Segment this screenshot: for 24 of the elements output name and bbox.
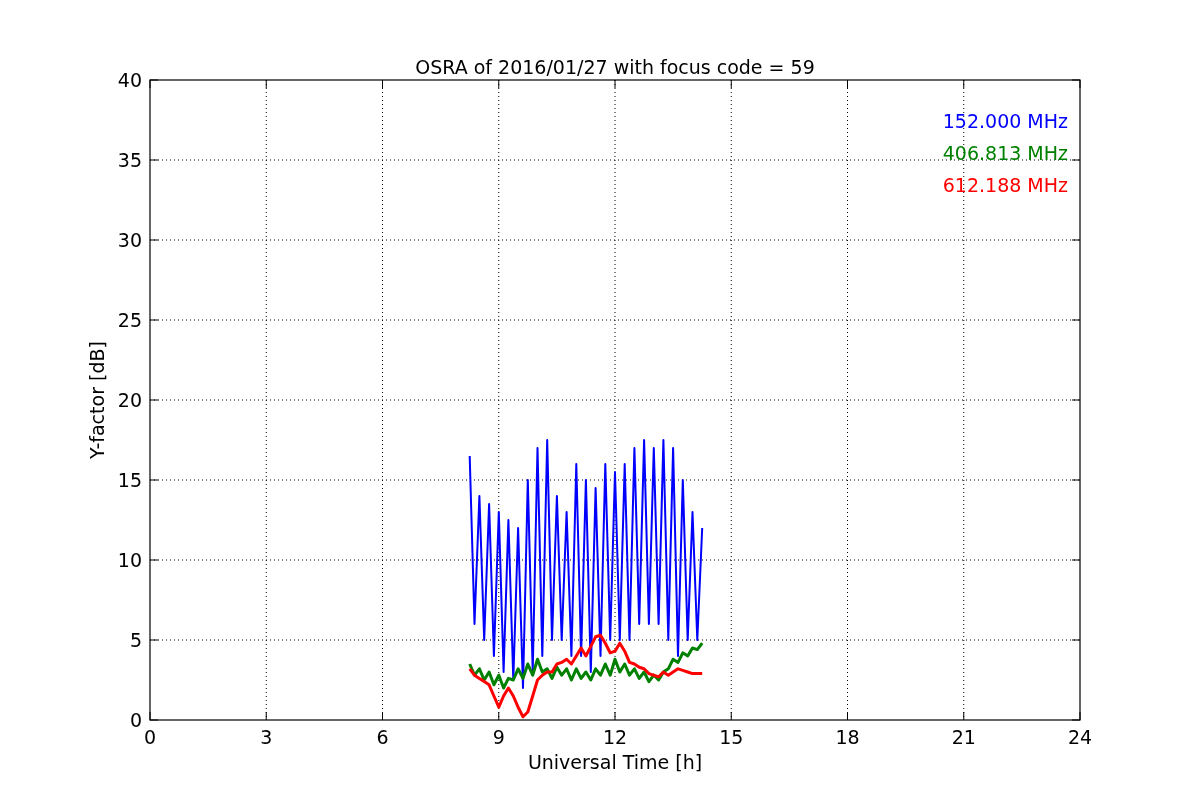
y-tick-label: 15 (117, 469, 142, 491)
x-tick-label: 12 (602, 726, 628, 748)
y-tick-label: 25 (117, 309, 142, 331)
x-tick-label: 3 (260, 726, 273, 748)
x-tick-label: 9 (492, 726, 505, 748)
y-tick-label: 40 (117, 69, 142, 91)
y-tick-label: 30 (117, 229, 142, 251)
x-tick-label: 24 (1067, 726, 1093, 748)
y-tick-label: 5 (129, 629, 142, 651)
legend-label: 152.000 MHz (942, 110, 1068, 132)
y-tick-label: 35 (117, 149, 142, 171)
y-tick-label: 10 (117, 549, 142, 571)
y-tick-label: 20 (117, 389, 142, 411)
x-tick-label: 0 (143, 726, 157, 748)
legend-label: 406.813 MHz (942, 142, 1068, 164)
x-tick-label: 18 (835, 726, 860, 748)
chart-title: OSRA of 2016/01/27 with focus code = 59 (415, 56, 815, 78)
x-axis-label: Universal Time [h] (527, 751, 703, 773)
y-axis-label: Y-factor [dB] (86, 341, 108, 459)
x-tick-label: 21 (951, 726, 976, 748)
legend-label: 612.188 MHz (942, 174, 1068, 196)
y-tick-label: 0 (129, 709, 142, 731)
x-tick-label: 15 (719, 726, 744, 748)
x-tick-label: 6 (376, 726, 389, 748)
